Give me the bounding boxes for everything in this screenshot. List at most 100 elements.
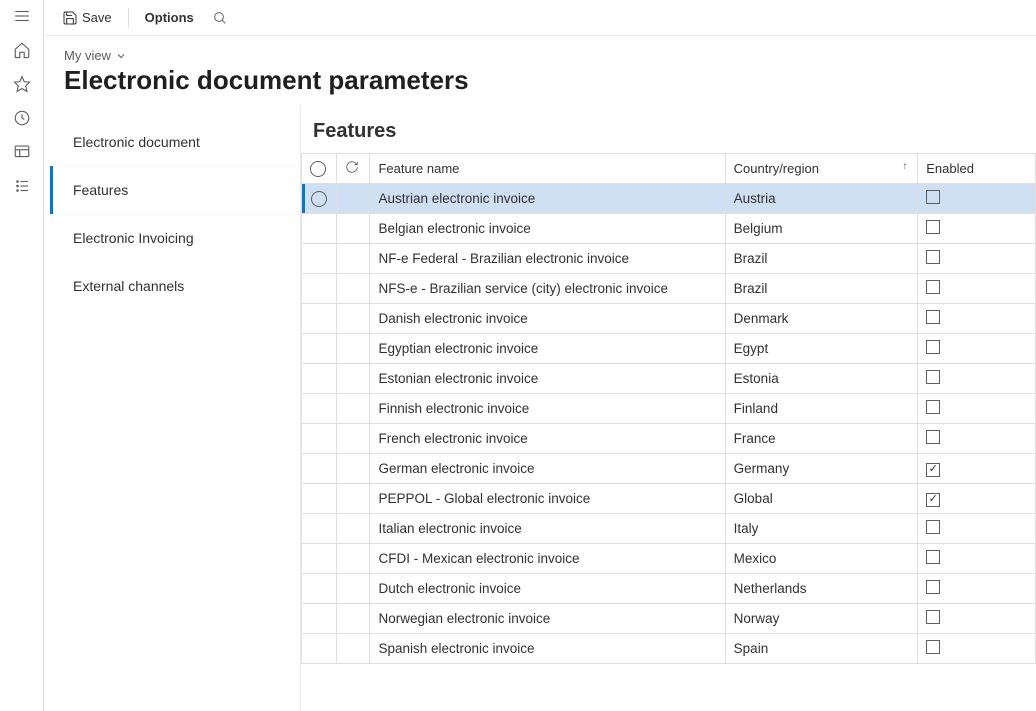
enabled-checkbox[interactable]	[926, 250, 940, 264]
modules-icon[interactable]	[12, 176, 32, 196]
favorites-icon[interactable]	[12, 74, 32, 94]
cell-feature-name[interactable]: NF-e Federal - Brazilian electronic invo…	[370, 244, 725, 274]
section-item-electronic-invoicing[interactable]: Electronic Invoicing	[50, 214, 300, 262]
enabled-checkbox[interactable]	[926, 340, 940, 354]
enabled-checkbox[interactable]	[926, 463, 940, 477]
table-row[interactable]: Dutch electronic invoiceNetherlands	[302, 574, 1036, 604]
cell-select[interactable]	[302, 574, 337, 604]
table-row[interactable]: French electronic invoiceFrance	[302, 424, 1036, 454]
view-selector[interactable]: My view	[64, 48, 127, 63]
enabled-checkbox[interactable]	[926, 220, 940, 234]
enabled-checkbox[interactable]	[926, 400, 940, 414]
column-header-feature-name[interactable]: Feature name	[370, 154, 725, 184]
table-row[interactable]: Belgian electronic invoiceBelgium	[302, 214, 1036, 244]
hamburger-icon[interactable]	[12, 6, 32, 26]
column-header-refresh[interactable]	[337, 154, 370, 184]
cell-feature-name[interactable]: NFS-e - Brazilian service (city) electro…	[370, 274, 725, 304]
row-select-checkbox[interactable]	[311, 191, 327, 207]
options-button[interactable]: Options	[137, 4, 202, 32]
cell-select[interactable]	[302, 424, 337, 454]
table-row[interactable]: CFDI - Mexican electronic invoiceMexico	[302, 544, 1036, 574]
cell-feature-name[interactable]: Norwegian electronic invoice	[370, 604, 725, 634]
enabled-checkbox[interactable]	[926, 280, 940, 294]
enabled-checkbox[interactable]	[926, 640, 940, 654]
enabled-checkbox[interactable]	[926, 550, 940, 564]
cell-select[interactable]	[302, 304, 337, 334]
cell-country[interactable]: Spain	[725, 634, 918, 664]
section-item-features[interactable]: Features	[50, 166, 300, 214]
table-row[interactable]: Norwegian electronic invoiceNorway	[302, 604, 1036, 634]
table-row[interactable]: Estonian electronic invoiceEstonia	[302, 364, 1036, 394]
table-row[interactable]: Finnish electronic invoiceFinland	[302, 394, 1036, 424]
cell-country[interactable]: Norway	[725, 604, 918, 634]
cell-select[interactable]	[302, 244, 337, 274]
search-button[interactable]	[206, 4, 234, 32]
cell-country[interactable]: Mexico	[725, 544, 918, 574]
section-item-external-channels[interactable]: External channels	[50, 262, 300, 310]
cell-select[interactable]	[302, 394, 337, 424]
enabled-checkbox[interactable]	[926, 610, 940, 624]
cell-country[interactable]: Brazil	[725, 244, 918, 274]
cell-select[interactable]	[302, 544, 337, 574]
cell-feature-name[interactable]: French electronic invoice	[370, 424, 725, 454]
select-all-checkbox[interactable]	[310, 161, 326, 177]
cell-select[interactable]	[302, 334, 337, 364]
column-header-select[interactable]	[302, 154, 337, 184]
cell-country[interactable]: France	[725, 424, 918, 454]
column-header-country[interactable]: Country/region ↑	[725, 154, 918, 184]
enabled-checkbox[interactable]	[926, 190, 940, 204]
cell-select[interactable]	[302, 274, 337, 304]
table-row[interactable]: Austrian electronic invoiceAustria	[302, 184, 1036, 214]
section-item-electronic-document[interactable]: Electronic document	[50, 118, 300, 166]
save-button[interactable]: Save	[54, 4, 120, 32]
cell-select[interactable]	[302, 514, 337, 544]
cell-country[interactable]: Denmark	[725, 304, 918, 334]
cell-feature-name[interactable]: CFDI - Mexican electronic invoice	[370, 544, 725, 574]
enabled-checkbox[interactable]	[926, 580, 940, 594]
cell-feature-name[interactable]: Italian electronic invoice	[370, 514, 725, 544]
cell-feature-name[interactable]: Dutch electronic invoice	[370, 574, 725, 604]
table-row[interactable]: Danish electronic invoiceDenmark	[302, 304, 1036, 334]
enabled-checkbox[interactable]	[926, 310, 940, 324]
cell-select[interactable]	[302, 634, 337, 664]
refresh-icon[interactable]	[345, 160, 359, 174]
cell-feature-name[interactable]: PEPPOL - Global electronic invoice	[370, 484, 725, 514]
cell-country[interactable]: Germany	[725, 454, 918, 484]
cell-select[interactable]	[302, 484, 337, 514]
table-row[interactable]: Italian electronic invoiceItaly	[302, 514, 1036, 544]
cell-country[interactable]: Estonia	[725, 364, 918, 394]
cell-feature-name[interactable]: Belgian electronic invoice	[370, 214, 725, 244]
recent-icon[interactable]	[12, 108, 32, 128]
enabled-checkbox[interactable]	[926, 520, 940, 534]
cell-feature-name[interactable]: Egyptian electronic invoice	[370, 334, 725, 364]
cell-feature-name[interactable]: Danish electronic invoice	[370, 304, 725, 334]
cell-select[interactable]	[302, 184, 337, 214]
table-row[interactable]: German electronic invoiceGermany	[302, 454, 1036, 484]
cell-country[interactable]: Netherlands	[725, 574, 918, 604]
table-row[interactable]: PEPPOL - Global electronic invoiceGlobal	[302, 484, 1036, 514]
cell-select[interactable]	[302, 604, 337, 634]
enabled-checkbox[interactable]	[926, 493, 940, 507]
table-row[interactable]: Spanish electronic invoiceSpain	[302, 634, 1036, 664]
enabled-checkbox[interactable]	[926, 430, 940, 444]
cell-country[interactable]: Austria	[725, 184, 918, 214]
cell-select[interactable]	[302, 364, 337, 394]
column-header-enabled[interactable]: Enabled	[918, 154, 1036, 184]
table-row[interactable]: NF-e Federal - Brazilian electronic invo…	[302, 244, 1036, 274]
cell-feature-name[interactable]: Estonian electronic invoice	[370, 364, 725, 394]
cell-country[interactable]: Global	[725, 484, 918, 514]
cell-feature-name[interactable]: Spanish electronic invoice	[370, 634, 725, 664]
cell-feature-name[interactable]: Austrian electronic invoice	[370, 184, 725, 214]
cell-country[interactable]: Brazil	[725, 274, 918, 304]
cell-country[interactable]: Egypt	[725, 334, 918, 364]
cell-feature-name[interactable]: Finnish electronic invoice	[370, 394, 725, 424]
cell-country[interactable]: Italy	[725, 514, 918, 544]
home-icon[interactable]	[12, 40, 32, 60]
table-row[interactable]: NFS-e - Brazilian service (city) electro…	[302, 274, 1036, 304]
cell-select[interactable]	[302, 214, 337, 244]
enabled-checkbox[interactable]	[926, 370, 940, 384]
cell-feature-name[interactable]: German electronic invoice	[370, 454, 725, 484]
cell-select[interactable]	[302, 454, 337, 484]
table-row[interactable]: Egyptian electronic invoiceEgypt	[302, 334, 1036, 364]
cell-country[interactable]: Belgium	[725, 214, 918, 244]
